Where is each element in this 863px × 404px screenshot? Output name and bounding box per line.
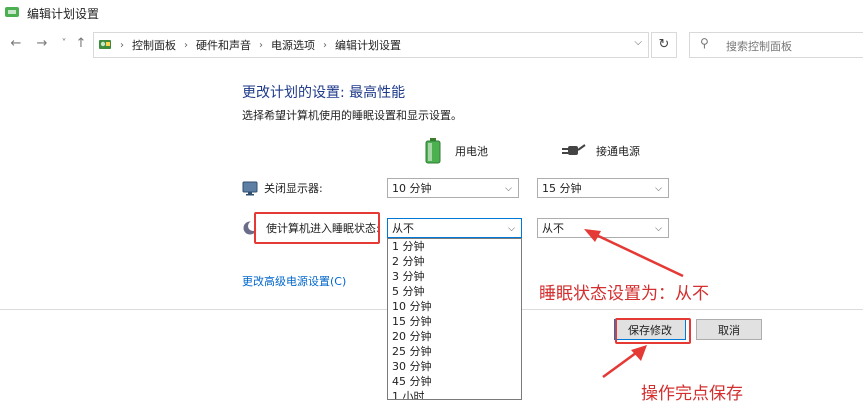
sleep-annotation-arrow-icon — [584, 229, 684, 278]
sleep-annotation-text: 睡眠状态设置为：从不 — [539, 284, 709, 304]
annotation-arrows — [584, 229, 684, 379]
save-annotation-text: 操作完点保存 — [641, 384, 743, 404]
save-annotation-arrow-icon — [602, 345, 647, 379]
